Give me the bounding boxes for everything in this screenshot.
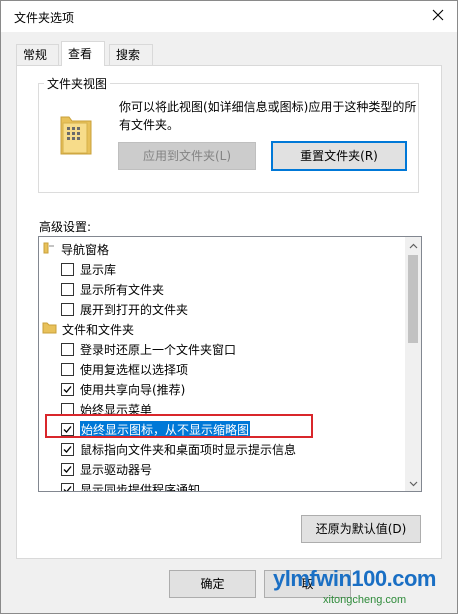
option-label: 显示驱动器号 [80,462,153,477]
option-show-pop-up-description[interactable]: 鼠标指向文件夹和桌面项时显示提示信息 [61,439,421,459]
option-expand-to-open-folder[interactable]: 展开到打开的文件夹 [61,299,421,319]
close-button[interactable] [425,4,451,28]
window-title: 文件夹选项 [14,11,75,25]
folder-view-legend: 文件夹视图 [44,75,111,92]
list-item-label: 导航窗格 [61,242,110,257]
ok-button[interactable]: 确定 [169,570,256,598]
checkbox-checked[interactable] [61,482,74,491]
option-label: 显示所有文件夹 [80,282,165,297]
folder-options-dialog: 文件夹选项 常规 查看 搜索 文件夹视图 你可以将此视图(如详细信息或图标)应用… [0,0,458,614]
scroll-down-button[interactable] [405,475,421,491]
restore-defaults-button[interactable]: 还原为默认值(D) [301,515,421,543]
chevron-down-icon [409,476,418,490]
checkbox[interactable] [61,342,74,356]
option-restore-previous-folders[interactable]: 登录时还原上一个文件夹窗口 [61,339,421,359]
folder-icon [42,321,57,337]
checkbox-checked[interactable] [61,442,74,456]
tab-search[interactable]: 搜索 [109,44,153,65]
option-show-drive-letters[interactable]: 显示驱动器号 [61,459,421,479]
apply-to-folders-button[interactable]: 应用到文件夹(L) [118,142,256,170]
advanced-settings-list: 导航窗格 显示库 显示所有文件夹 展开到打开的文件夹 文件和文件夹 登录时还原上… [38,236,422,492]
navigation-pane-icon [42,241,56,258]
option-use-sharing-wizard[interactable]: 使用共享向导(推荐) [61,379,421,399]
checkbox[interactable] [61,302,74,316]
checkbox[interactable] [61,362,74,376]
annotation-highlight-box [45,414,313,438]
close-icon [432,9,444,24]
folder-view-icon [59,112,93,159]
checkbox[interactable] [61,282,74,296]
option-label: 登录时还原上一个文件夹窗口 [80,342,237,357]
option-label: 显示同步提供程序通知 [80,482,201,492]
reset-folders-button[interactable]: 重置文件夹(R) [271,141,407,171]
option-label: 使用复选框以选择项 [80,362,189,377]
title-bar: 文件夹选项 [1,1,457,32]
view-tab-panel: 文件夹视图 你可以将此视图(如详细信息或图标)应用于这种类型的所有文件夹。 应用… [16,65,442,559]
option-show-libraries[interactable]: 显示库 [61,259,421,279]
list-item-files-and-folders: 文件和文件夹 [42,319,408,339]
checkbox-checked[interactable] [61,462,74,476]
tab-general[interactable]: 常规 [16,44,59,65]
advanced-settings-label: 高级设置: [39,220,92,234]
scroll-up-button[interactable] [405,237,421,253]
option-use-check-boxes[interactable]: 使用复选框以选择项 [61,359,421,379]
option-label: 鼠标指向文件夹和桌面项时显示提示信息 [80,442,297,457]
list-item-nav-pane: 导航窗格 [42,239,408,259]
checkbox[interactable] [61,262,74,276]
tab-view[interactable]: 查看 [61,41,105,66]
scroll-thumb[interactable] [408,255,418,343]
option-label: 展开到打开的文件夹 [80,302,189,317]
option-show-all-folders[interactable]: 显示所有文件夹 [61,279,421,299]
cancel-button[interactable]: 取 [264,570,351,598]
list-item-label: 文件和文件夹 [62,322,135,337]
chevron-up-icon [409,238,418,252]
folder-view-description: 你可以将此视图(如详细信息或图标)应用于这种类型的所有文件夹。 [119,100,417,132]
folder-view-group: 文件夹视图 你可以将此视图(如详细信息或图标)应用于这种类型的所有文件夹。 应用… [38,75,419,193]
option-label: 显示库 [80,262,117,277]
option-label: 使用共享向导(推荐) [80,382,186,397]
option-show-sync-provider-notifications[interactable]: 显示同步提供程序通知 [61,479,421,492]
vertical-scrollbar[interactable] [405,237,421,491]
checkbox-checked[interactable] [61,382,74,396]
